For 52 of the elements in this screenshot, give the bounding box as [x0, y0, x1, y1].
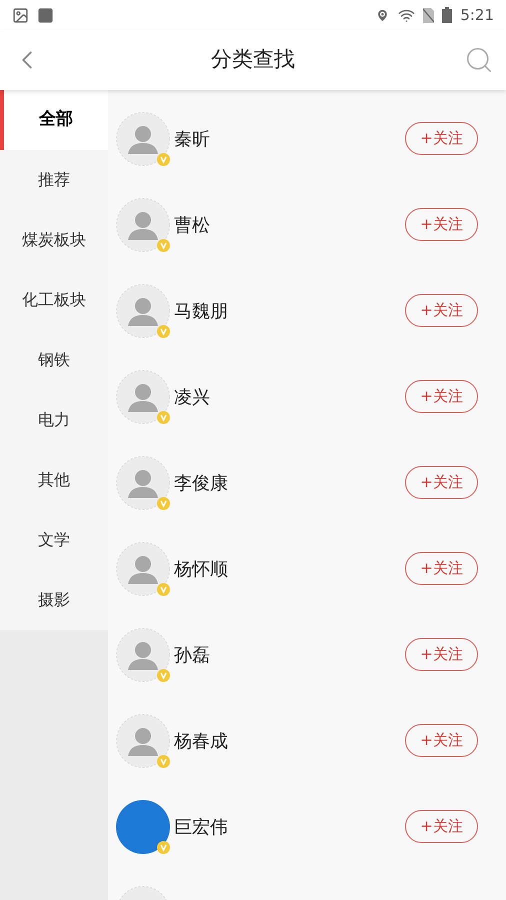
image-icon: [12, 6, 29, 24]
category-tab[interactable]: 钢铁: [0, 330, 108, 390]
avatar-icon: [116, 542, 170, 596]
status-time: 5:21: [460, 4, 494, 26]
follow-button[interactable]: +关注: [405, 208, 478, 241]
user-name: 杨春成: [174, 730, 228, 754]
user-name: 巨宏伟: [174, 816, 228, 840]
avatar-icon: [116, 714, 170, 768]
avatar-icon: [116, 284, 170, 338]
user-name: 秦昕: [174, 128, 210, 152]
search-icon[interactable]: [464, 45, 494, 75]
follow-button[interactable]: +关注: [405, 294, 478, 327]
vip-badge-icon: [157, 239, 170, 252]
avatar-icon: [116, 198, 170, 252]
avatar-icon: [116, 112, 170, 166]
square-icon: [37, 6, 54, 24]
user-name: 杨怀顺: [174, 558, 228, 582]
follow-button[interactable]: +关注: [405, 810, 478, 843]
follow-button[interactable]: +关注: [405, 466, 478, 499]
category-tab[interactable]: 全部: [0, 90, 108, 150]
avatar-icon: [116, 370, 170, 424]
category-tab[interactable]: 摄影: [0, 570, 108, 630]
battery-icon: [442, 7, 452, 23]
user-name: 马魏朋: [174, 300, 228, 324]
vip-badge-icon: [157, 669, 170, 682]
category-tab[interactable]: 其他: [0, 450, 108, 510]
follow-button[interactable]: +关注: [405, 380, 478, 413]
vip-badge-icon: [157, 497, 170, 510]
category-tab[interactable]: 化工板块: [0, 270, 108, 330]
vip-badge-icon: [157, 411, 170, 424]
category-tab[interactable]: 文学: [0, 510, 108, 570]
avatar: [116, 800, 170, 854]
vip-badge-icon: [157, 755, 170, 768]
category-tab[interactable]: 电力: [0, 390, 108, 450]
vip-badge-icon: [157, 583, 170, 596]
avatar-icon: [116, 456, 170, 510]
page-title: 分类查找: [211, 46, 295, 74]
no-sim-icon: [423, 8, 434, 22]
follow-button[interactable]: +关注: [405, 638, 478, 671]
category-tab[interactable]: 煤炭板块: [0, 210, 108, 270]
category-tab[interactable]: 推荐: [0, 150, 108, 210]
user-name: 曹松: [174, 214, 210, 238]
vip-badge-icon: [157, 841, 170, 854]
follow-button[interactable]: +关注: [405, 724, 478, 757]
follow-button[interactable]: +关注: [405, 122, 478, 155]
user-name: 孙磊: [174, 644, 210, 668]
vip-badge-icon: [157, 153, 170, 166]
avatar-icon: [116, 628, 170, 682]
user-name: 李俊康: [174, 472, 228, 496]
follow-button[interactable]: +关注: [405, 552, 478, 585]
user-name: 凌兴: [174, 386, 210, 410]
vip-badge-icon: [157, 325, 170, 338]
